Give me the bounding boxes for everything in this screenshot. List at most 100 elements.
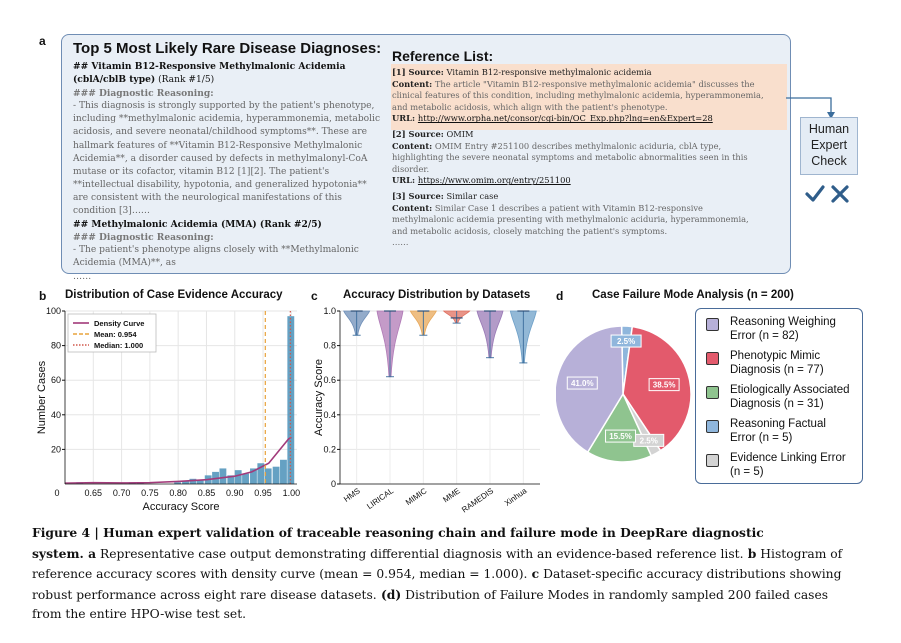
diagnosis-title: Top 5 Most Likely Rare Disease Diagnoses…	[73, 40, 382, 57]
reference-content-line: Content: OMIM Entry #251100 describes me…	[392, 140, 722, 151]
diagnosis-line-text: - The patient's phenotype aligns closely…	[73, 245, 359, 256]
pie-label: 2.5%	[617, 337, 635, 346]
reference-content-line: highlighting the severe neonatal symptom…	[392, 152, 748, 163]
y-tick-label: 60	[51, 375, 61, 385]
pie-legend-line-2: Error (n = 82)	[730, 330, 799, 342]
panel-label-b: b	[39, 289, 47, 303]
caption-figure-label: Figure 4 | Human expert validation of tr…	[32, 525, 764, 540]
pie-label: 41.0%	[571, 379, 594, 388]
caption-label-d: (d)	[376, 586, 402, 602]
pie-legend-line-1: Evidence Linking Error	[730, 452, 846, 464]
histogram-bar	[234, 470, 242, 484]
human-expert-check-box: Human Expert Check	[800, 117, 858, 175]
x-tick-label: MIMIC	[404, 486, 429, 507]
diagnosis-reasoning-text: ## Vitamin B12-Responsive Methylmalonic …	[73, 60, 380, 284]
diagnosis-line-text: ### Diagnostic Reasoning:	[73, 88, 214, 100]
reference-content-line: disorder.	[392, 163, 430, 174]
reference-item: [2] Source: OMIM Content: OMIM Entry #251…	[392, 129, 764, 187]
content-label: Content:	[392, 78, 433, 89]
pie-legend-line-1: Phenotypic Mimic	[730, 350, 821, 362]
caption-line2-text: Representative case output demonstrating…	[96, 546, 744, 561]
histogram-bar	[272, 466, 280, 484]
x-tick-label: 0.80	[169, 488, 187, 498]
pie-label: 38.5%	[653, 381, 676, 390]
caption-line3-tail: Dataset-specific accuracy distributions …	[539, 567, 842, 581]
pie-chart: 2.5% 38.5% 2.5% 15.5% 41.0%	[556, 325, 692, 463]
panel-label-d: d	[556, 289, 564, 303]
reference-trailer: ……	[392, 237, 409, 248]
reference-source-name: Similar case	[443, 190, 499, 201]
reference-list-title: Reference List:	[392, 48, 494, 64]
x-tick-label: Xinhua	[503, 486, 529, 508]
histogram-bar	[242, 473, 249, 484]
diagnosis-line-text: (cblA/cblB type)	[73, 74, 156, 86]
pie-legend-line-2: Error (n = 5)	[730, 432, 793, 444]
pie-legend-line-2: (n = 5)	[730, 466, 764, 478]
reference-url-link[interactable]: https://www.omim.org/entry/251100	[418, 175, 571, 185]
diagnosis-line-text: Acidemia**, a disorder caused by defects…	[73, 153, 368, 164]
x-tick-label: HMS	[342, 486, 362, 504]
y-tick-label: 0	[331, 479, 336, 489]
diagnosis-line: including **methylmalonic acidemia, hype…	[73, 113, 380, 126]
histogram-title: Distribution of Case Evidence Accuracy	[65, 289, 283, 301]
legend-label: Median: 1.000	[94, 341, 143, 350]
figure-caption: Figure 4 | Human expert validation of tr…	[32, 523, 872, 625]
y-tick-label: 0.6	[323, 375, 336, 385]
diagnosis-line-text: ## Vitamin B12-Responsive Methylmalonic …	[73, 61, 346, 72]
x-tick-label: LIRICAL	[365, 486, 395, 511]
legend-label: Mean: 0.954	[94, 330, 137, 339]
caption-label-a: a	[83, 545, 97, 561]
pie-legend-label: Reasoning Factual Error (n = 5)	[730, 417, 826, 445]
pie-legend-line-2: Diagnosis (n = 77)	[730, 364, 824, 376]
pie-legend-label: Reasoning Weighing Error (n = 82)	[730, 315, 836, 343]
x-tick-label: 0.65	[85, 488, 103, 498]
x-tick-label: 1.00	[283, 488, 301, 498]
y-tick-label: 0.2	[323, 444, 336, 454]
diagnosis-line: Acidemia (MMA)**, as	[73, 257, 380, 270]
pie-legend-swatch	[706, 318, 719, 331]
histogram-legend: Density Curve Mean: 0.954 Median: 1.000	[67, 313, 157, 353]
pie-legend-swatch	[706, 454, 719, 467]
caption-label-b: b	[743, 545, 757, 561]
diagnosis-rank-text: (Rank #1/5)	[155, 75, 215, 86]
reference-source-name: OMIM	[443, 128, 474, 139]
expert-check-line-2: Expert	[810, 138, 848, 152]
pie-legend-label: Evidence Linking Error (n = 5)	[730, 451, 846, 479]
reference-content-line: clinical features of this condition, inc…	[392, 90, 764, 101]
y-axis-label: Number Cases	[36, 360, 48, 434]
diagnosis-line: are consistent with the neurological man…	[73, 192, 380, 205]
x-tick-label: 0.85	[198, 488, 216, 498]
y-tick-label: 20	[51, 444, 61, 454]
diagnosis-line-text: ## Methylmalonic Acidemia (MMA) (Rank #2…	[73, 219, 322, 231]
legend-label: Density Curve	[94, 319, 144, 328]
caption-line2-bold: system.	[32, 545, 84, 561]
pie-legend-line-1: Etiologically Associated	[730, 384, 850, 396]
reference-content-line: and metabolic acidosis, which align with…	[392, 101, 668, 112]
reference-source-line: [1] Source: Vitamin B12-responsive methy…	[392, 67, 764, 79]
reference-source-label: [3] Source:	[392, 190, 444, 201]
caption-line4-tail: Distribution of Failure Modes in randoml…	[401, 587, 829, 602]
reference-source-label: [2] Source:	[392, 128, 444, 139]
reference-url-line: URL: http://www.orpha.net/consor/cgi-bin…	[392, 113, 764, 125]
diagnosis-line-text: ### Diagnostic Reasoning:	[73, 232, 214, 244]
pie-legend-swatch	[706, 352, 719, 365]
reference-item: [1] Source: Vitamin B12-responsive methy…	[392, 67, 764, 125]
checkmark-icon	[805, 185, 825, 202]
x-tick-label: 0	[54, 488, 59, 498]
x-tick-label: 0.75	[141, 488, 159, 498]
diagnosis-line-text: acidosis, and severe neonatal/childhood …	[73, 127, 368, 138]
caption-line4-text: robust performance across eight rare dis…	[32, 587, 377, 602]
reference-url-link[interactable]: http://www.orpha.net/consor/cgi-bin/OC_E…	[418, 113, 713, 123]
x-tick-label: MME	[441, 486, 461, 504]
content-label: Content:	[392, 140, 433, 151]
pie-label: 15.5%	[609, 432, 632, 441]
diagnosis-line-text: hallmark features of **Vitamin B12-Respo…	[73, 140, 363, 151]
diagnosis-line: ## Methylmalonic Acidemia (MMA) (Rank #2…	[73, 218, 380, 231]
diagnosis-line: ### Diagnostic Reasoning:	[73, 231, 380, 244]
histogram-bar	[280, 459, 287, 484]
reference-url-label: URL:	[392, 175, 418, 186]
reference-content-line: Content: The article "Vitamin B12-respon…	[392, 78, 755, 89]
diagnosis-line: - This diagnosis is strongly supported b…	[73, 100, 380, 113]
expert-check-line-3: Check	[811, 154, 847, 168]
pie-legend-line-1: Reasoning Factual	[730, 418, 826, 430]
